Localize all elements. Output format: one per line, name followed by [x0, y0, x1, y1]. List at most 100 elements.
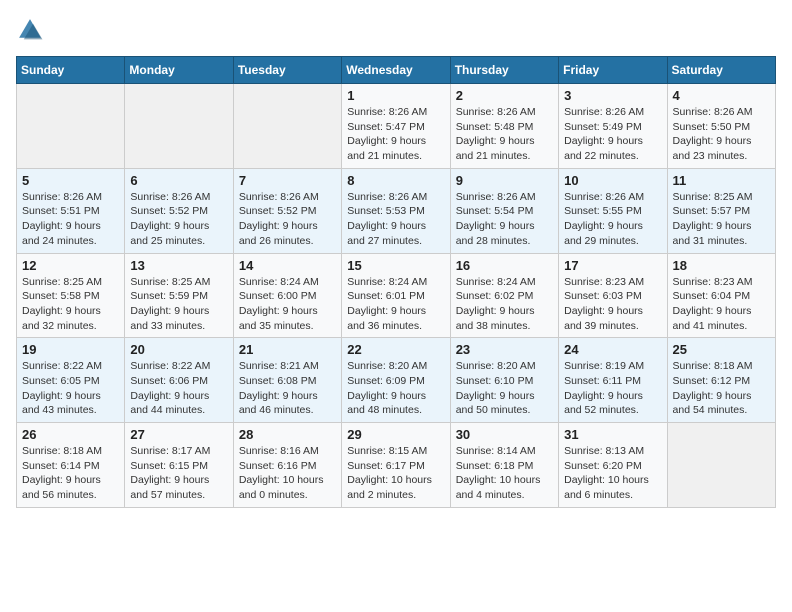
day-info: Sunrise: 8:20 AMSunset: 6:09 PMDaylight:… — [347, 359, 444, 418]
logo-icon — [16, 16, 44, 44]
day-info: Sunrise: 8:21 AMSunset: 6:08 PMDaylight:… — [239, 359, 336, 418]
day-number: 4 — [673, 88, 770, 103]
day-number: 2 — [456, 88, 553, 103]
calendar-cell: 24 Sunrise: 8:19 AMSunset: 6:11 PMDayligh… — [559, 338, 667, 423]
day-number: 11 — [673, 173, 770, 188]
dow-wednesday: Wednesday — [342, 57, 450, 84]
day-number: 1 — [347, 88, 444, 103]
day-info: Sunrise: 8:13 AMSunset: 6:20 PMDaylight:… — [564, 444, 661, 503]
day-number: 9 — [456, 173, 553, 188]
day-info: Sunrise: 8:26 AMSunset: 5:50 PMDaylight:… — [673, 105, 770, 164]
day-info: Sunrise: 8:24 AMSunset: 6:00 PMDaylight:… — [239, 275, 336, 334]
calendar-cell: 20 Sunrise: 8:22 AMSunset: 6:06 PMDayligh… — [125, 338, 233, 423]
logo — [16, 16, 48, 44]
day-number: 30 — [456, 427, 553, 442]
day-info: Sunrise: 8:24 AMSunset: 6:01 PMDaylight:… — [347, 275, 444, 334]
day-number: 26 — [22, 427, 119, 442]
day-number: 15 — [347, 258, 444, 273]
day-info: Sunrise: 8:19 AMSunset: 6:11 PMDaylight:… — [564, 359, 661, 418]
calendar-cell: 6Sunrise: 8:26 AMSunset: 5:52 PMDaylight… — [125, 168, 233, 253]
calendar-cell: 14 Sunrise: 8:24 AMSunset: 6:00 PMDayligh… — [233, 253, 341, 338]
day-info: Sunrise: 8:22 AMSunset: 6:05 PMDaylight:… — [22, 359, 119, 418]
day-info: Sunrise: 8:23 AMSunset: 6:03 PMDaylight:… — [564, 275, 661, 334]
day-number: 19 — [22, 342, 119, 357]
calendar-cell: 12Sunrise: 8:25 AMSunset: 5:58 PMDayligh… — [17, 253, 125, 338]
day-info: Sunrise: 8:24 AMSunset: 6:02 PMDaylight:… — [456, 275, 553, 334]
day-info: Sunrise: 8:22 AMSunset: 6:06 PMDaylight:… — [130, 359, 227, 418]
calendar-week-1: 1 Sunrise: 8:26 AMSunset: 5:47 PMDaylight… — [17, 84, 776, 169]
day-number: 3 — [564, 88, 661, 103]
calendar-week-5: 26Sunrise: 8:18 AMSunset: 6:14 PMDayligh… — [17, 423, 776, 508]
dow-friday: Friday — [559, 57, 667, 84]
day-number: 28 — [239, 427, 336, 442]
calendar-week-2: 5 Sunrise: 8:26 AMSunset: 5:51 PMDaylight… — [17, 168, 776, 253]
calendar-cell — [233, 84, 341, 169]
day-number: 5 — [22, 173, 119, 188]
day-info: Sunrise: 8:20 AMSunset: 6:10 PMDaylight:… — [456, 359, 553, 418]
calendar-week-3: 12Sunrise: 8:25 AMSunset: 5:58 PMDayligh… — [17, 253, 776, 338]
day-number: 25 — [673, 342, 770, 357]
calendar-table: SundayMondayTuesdayWednesdayThursdayFrid… — [16, 56, 776, 508]
day-info: Sunrise: 8:26 AMSunset: 5:55 PMDaylight:… — [564, 190, 661, 249]
calendar-cell: 4 Sunrise: 8:26 AMSunset: 5:50 PMDaylight… — [667, 84, 775, 169]
calendar-cell: 18 Sunrise: 8:23 AMSunset: 6:04 PMDayligh… — [667, 253, 775, 338]
calendar-cell: 7 Sunrise: 8:26 AMSunset: 5:52 PMDaylight… — [233, 168, 341, 253]
calendar-cell: 19 Sunrise: 8:22 AMSunset: 6:05 PMDayligh… — [17, 338, 125, 423]
calendar-cell: 8 Sunrise: 8:26 AMSunset: 5:53 PMDaylight… — [342, 168, 450, 253]
day-info: Sunrise: 8:26 AMSunset: 5:51 PMDaylight:… — [22, 190, 119, 249]
day-number: 23 — [456, 342, 553, 357]
day-number: 13 — [130, 258, 227, 273]
day-number: 21 — [239, 342, 336, 357]
calendar-body: 1 Sunrise: 8:26 AMSunset: 5:47 PMDaylight… — [17, 84, 776, 508]
calendar-week-4: 19 Sunrise: 8:22 AMSunset: 6:05 PMDayligh… — [17, 338, 776, 423]
day-number: 17 — [564, 258, 661, 273]
calendar-cell: 10 Sunrise: 8:26 AMSunset: 5:55 PMDayligh… — [559, 168, 667, 253]
days-of-week-header: SundayMondayTuesdayWednesdayThursdayFrid… — [17, 57, 776, 84]
day-number: 14 — [239, 258, 336, 273]
dow-monday: Monday — [125, 57, 233, 84]
dow-sunday: Sunday — [17, 57, 125, 84]
calendar-cell: 17 Sunrise: 8:23 AMSunset: 6:03 PMDayligh… — [559, 253, 667, 338]
page-header — [16, 16, 776, 44]
day-number: 16 — [456, 258, 553, 273]
calendar-cell: 31Sunrise: 8:13 AMSunset: 6:20 PMDayligh… — [559, 423, 667, 508]
calendar-cell: 23 Sunrise: 8:20 AMSunset: 6:10 PMDayligh… — [450, 338, 558, 423]
day-info: Sunrise: 8:14 AMSunset: 6:18 PMDaylight:… — [456, 444, 553, 503]
calendar-cell: 11 Sunrise: 8:25 AMSunset: 5:57 PMDayligh… — [667, 168, 775, 253]
calendar-cell: 13 Sunrise: 8:25 AMSunset: 5:59 PMDayligh… — [125, 253, 233, 338]
day-info: Sunrise: 8:26 AMSunset: 5:47 PMDaylight:… — [347, 105, 444, 164]
calendar-cell: 5 Sunrise: 8:26 AMSunset: 5:51 PMDaylight… — [17, 168, 125, 253]
calendar-cell: 28 Sunrise: 8:16 AMSunset: 6:16 PMDayligh… — [233, 423, 341, 508]
day-info: Sunrise: 8:15 AMSunset: 6:17 PMDaylight:… — [347, 444, 444, 503]
calendar-cell — [667, 423, 775, 508]
day-info: Sunrise: 8:26 AMSunset: 5:49 PMDaylight:… — [564, 105, 661, 164]
day-number: 7 — [239, 173, 336, 188]
calendar-cell: 15 Sunrise: 8:24 AMSunset: 6:01 PMDayligh… — [342, 253, 450, 338]
calendar-cell: 2Sunrise: 8:26 AMSunset: 5:48 PMDaylight… — [450, 84, 558, 169]
calendar-cell: 25Sunrise: 8:18 AMSunset: 6:12 PMDayligh… — [667, 338, 775, 423]
calendar-cell: 26Sunrise: 8:18 AMSunset: 6:14 PMDayligh… — [17, 423, 125, 508]
calendar-cell: 30 Sunrise: 8:14 AMSunset: 6:18 PMDayligh… — [450, 423, 558, 508]
day-number: 29 — [347, 427, 444, 442]
day-number: 24 — [564, 342, 661, 357]
day-info: Sunrise: 8:25 AMSunset: 5:57 PMDaylight:… — [673, 190, 770, 249]
dow-tuesday: Tuesday — [233, 57, 341, 84]
calendar-cell: 29 Sunrise: 8:15 AMSunset: 6:17 PMDayligh… — [342, 423, 450, 508]
calendar-cell: 1 Sunrise: 8:26 AMSunset: 5:47 PMDaylight… — [342, 84, 450, 169]
day-number: 18 — [673, 258, 770, 273]
day-number: 20 — [130, 342, 227, 357]
dow-saturday: Saturday — [667, 57, 775, 84]
calendar-cell — [17, 84, 125, 169]
day-info: Sunrise: 8:23 AMSunset: 6:04 PMDaylight:… — [673, 275, 770, 334]
calendar-cell: 22 Sunrise: 8:20 AMSunset: 6:09 PMDayligh… — [342, 338, 450, 423]
day-info: Sunrise: 8:25 AMSunset: 5:59 PMDaylight:… — [130, 275, 227, 334]
day-number: 8 — [347, 173, 444, 188]
calendar-cell: 3 Sunrise: 8:26 AMSunset: 5:49 PMDaylight… — [559, 84, 667, 169]
day-info: Sunrise: 8:16 AMSunset: 6:16 PMDaylight:… — [239, 444, 336, 503]
calendar-cell — [125, 84, 233, 169]
day-number: 22 — [347, 342, 444, 357]
day-number: 10 — [564, 173, 661, 188]
day-info: Sunrise: 8:26 AMSunset: 5:53 PMDaylight:… — [347, 190, 444, 249]
day-number: 27 — [130, 427, 227, 442]
day-info: Sunrise: 8:26 AMSunset: 5:52 PMDaylight:… — [239, 190, 336, 249]
